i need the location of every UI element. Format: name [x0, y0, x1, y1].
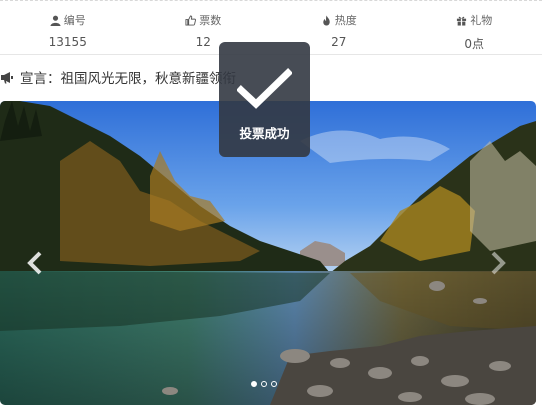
thumbs-up-icon	[185, 14, 197, 26]
checkmark-icon	[237, 68, 292, 109]
stat-value: 13155	[48, 35, 87, 49]
stat-label: 热度	[334, 14, 357, 27]
carousel-prev-arrow[interactable]	[26, 251, 46, 275]
toast-message: 投票成功	[239, 126, 290, 141]
stat-gifts: 礼物 0点	[407, 1, 542, 54]
user-icon	[50, 15, 61, 26]
carousel-indicators	[251, 381, 277, 387]
carousel-dot[interactable]	[261, 381, 267, 387]
stat-label: 票数	[199, 14, 222, 27]
fire-icon	[323, 14, 330, 26]
stat-label: 礼物	[470, 14, 493, 27]
carousel-next-arrow[interactable]	[487, 251, 507, 275]
carousel-dot[interactable]	[251, 381, 257, 387]
stat-label: 编号	[63, 14, 86, 27]
gift-icon	[457, 16, 467, 26]
stat-id: 编号 13155	[0, 1, 136, 54]
slogan-text: 宣言：祖国风光无限，秋意新疆领衔	[20, 71, 236, 87]
vote-success-toast: 投票成功	[219, 42, 310, 157]
carousel-dot[interactable]	[271, 381, 277, 387]
stat-value: 0点	[464, 37, 485, 51]
megaphone-icon	[1, 71, 13, 83]
